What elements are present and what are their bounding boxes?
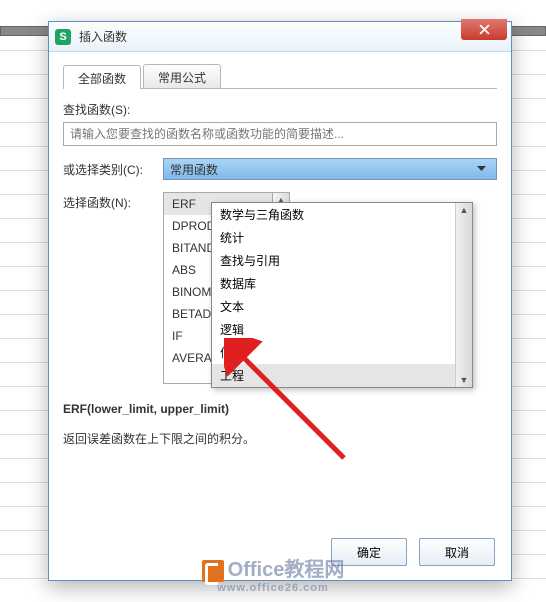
insert-function-dialog: S 插入函数 全部函数 常用公式 查找函数(S): 或选择类别(C): 常用函数 bbox=[48, 21, 512, 581]
dropdown-item[interactable]: 文本 bbox=[212, 295, 455, 318]
chevron-down-icon bbox=[472, 159, 490, 179]
watermark-logo-icon bbox=[202, 560, 224, 582]
dropdown-item[interactable]: 数据库 bbox=[212, 272, 455, 295]
dropdown-item[interactable]: 统计 bbox=[212, 226, 455, 249]
dropdown-item[interactable]: 工程 bbox=[212, 364, 455, 387]
watermark: Office教程网 www.office26.com bbox=[0, 553, 546, 594]
category-dropdown[interactable]: 数学与三角函数统计查找与引用数据库文本逻辑信息工程 ▲ ▼ bbox=[211, 202, 473, 388]
dropdown-item[interactable]: 查找与引用 bbox=[212, 249, 455, 272]
category-combo[interactable]: 常用函数 bbox=[163, 158, 497, 180]
search-input[interactable] bbox=[63, 122, 497, 146]
close-icon bbox=[479, 24, 490, 35]
scroll-up-icon: ▲ bbox=[460, 205, 469, 215]
category-label: 或选择类别(C): bbox=[63, 161, 163, 178]
window-title: 插入函数 bbox=[79, 28, 127, 45]
function-description: 返回误差函数在上下限之间的积分。 bbox=[63, 430, 497, 447]
search-label: 查找函数(S): bbox=[63, 101, 497, 118]
tab-bar: 全部函数 常用公式 bbox=[63, 64, 497, 89]
tab-common-formula[interactable]: 常用公式 bbox=[143, 64, 221, 88]
dropdown-item[interactable]: 信息 bbox=[212, 341, 455, 364]
close-button[interactable] bbox=[461, 19, 507, 40]
app-icon: S bbox=[55, 29, 71, 45]
dropdown-item[interactable]: 数学与三角函数 bbox=[212, 203, 455, 226]
select-function-label: 选择函数(N): bbox=[63, 192, 163, 211]
dropdown-scrollbar[interactable]: ▲ ▼ bbox=[455, 203, 472, 387]
category-selected: 常用函数 bbox=[170, 161, 218, 178]
scroll-down-icon: ▼ bbox=[460, 375, 469, 385]
tab-all-functions[interactable]: 全部函数 bbox=[63, 65, 141, 89]
dropdown-item[interactable]: 逻辑 bbox=[212, 318, 455, 341]
titlebar[interactable]: S 插入函数 bbox=[49, 22, 511, 52]
function-signature: ERF(lower_limit, upper_limit) bbox=[63, 402, 497, 416]
